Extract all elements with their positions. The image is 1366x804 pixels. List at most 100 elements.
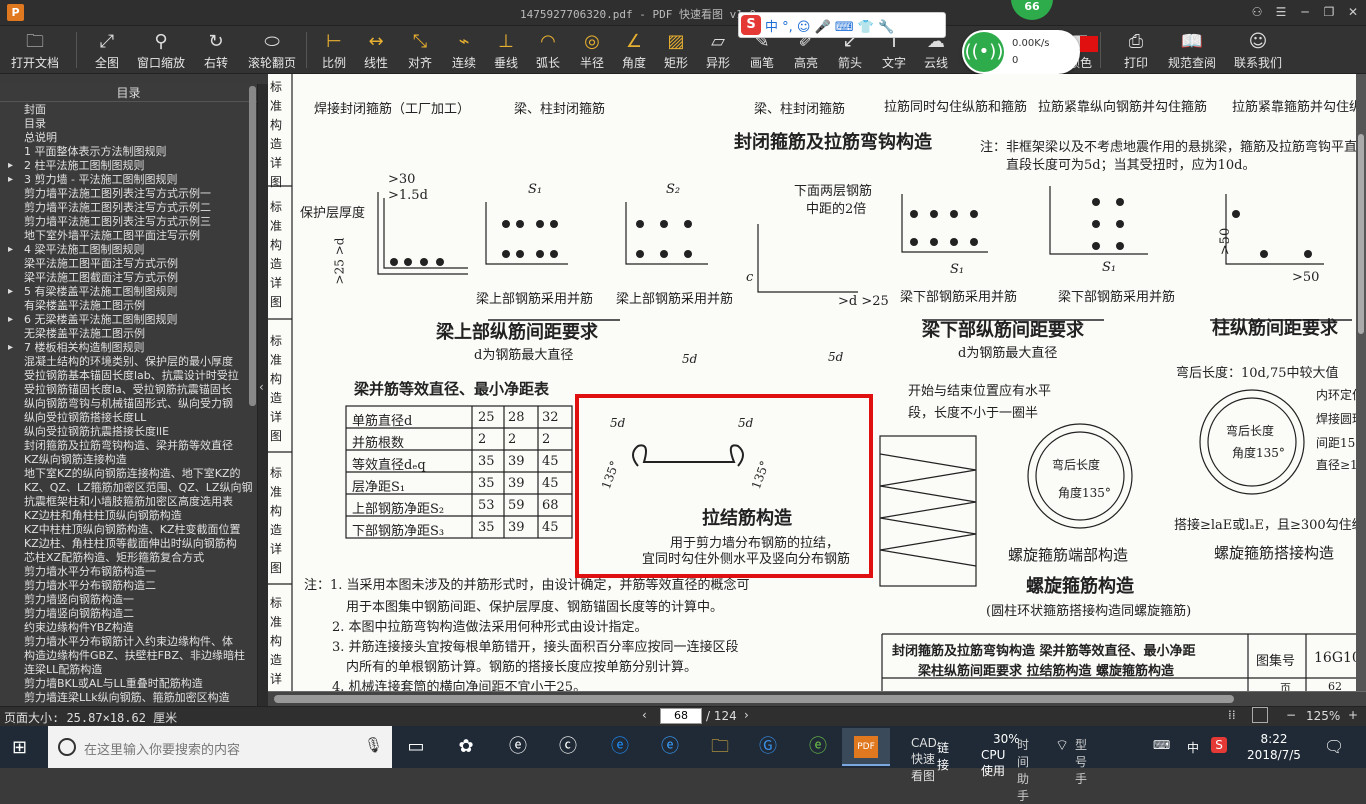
green-browser-icon[interactable]: ⓔ <box>804 733 832 761</box>
zoom-level[interactable]: 125% <box>1306 709 1340 723</box>
chevron-left-icon[interactable]: ‹ <box>259 380 264 394</box>
language-indicator[interactable]: 中 <box>1187 739 1199 756</box>
tool-scale[interactable]: ⊢ 比例 <box>314 30 354 72</box>
toc-item[interactable]: 总说明 <box>0 131 257 145</box>
toc-item[interactable]: 受拉钢筋锚固长度la、受拉钢筋抗震锚固长 <box>0 383 257 397</box>
sogou-tray-icon[interactable]: S <box>1211 737 1227 753</box>
browser-e-icon[interactable]: ⓔ <box>504 733 532 761</box>
minimize-icon[interactable]: ─ <box>1296 4 1314 20</box>
toc-item[interactable]: 梁平法施工图平面注写方式示例 <box>0 257 257 271</box>
tool-rectangle[interactable]: ▨ 矩形 <box>656 30 696 72</box>
app-g-icon[interactable]: Ⓖ <box>754 733 782 761</box>
toc-item[interactable]: 纵向钢筋弯钩与机械锚固形式、纵向受力钢 <box>0 397 257 411</box>
toc-item[interactable]: 封面 <box>0 103 257 117</box>
toc-item[interactable]: 梁平法施工图截面注写方式示例 <box>0 271 257 285</box>
tool-rotate-right[interactable]: ↻ 右转 <box>196 30 236 72</box>
toc-item[interactable]: 7 楼板相关构造制图规则 <box>0 341 257 355</box>
toc-item[interactable]: 封闭箍筋及拉筋弯钩构造、梁并筋等效直径 <box>0 439 257 453</box>
prev-page-icon[interactable]: ‹ <box>642 708 647 722</box>
wifi-icon[interactable]: ⌔ <box>1055 736 1069 755</box>
notification-center-icon[interactable]: 🗨 <box>1324 737 1344 756</box>
zoom-in-icon[interactable]: + <box>1348 708 1358 722</box>
vertical-scrollbar[interactable] <box>1356 74 1366 691</box>
toc-item[interactable]: KZ边柱和角柱柱顶纵向钢筋构造 <box>0 509 257 523</box>
toc-item[interactable]: 纵向受拉钢筋搭接长度LL <box>0 411 257 425</box>
user-icon[interactable]: ⚇ <box>1248 4 1266 20</box>
next-page-icon[interactable]: › <box>744 708 749 722</box>
tool-printer[interactable]: ⎙ 打印 <box>1116 30 1156 72</box>
sogou-icon[interactable]: S <box>741 15 761 35</box>
toc-item[interactable]: 构造边缘构件GBZ、扶壁柱FBZ、非边缘暗柱 <box>0 649 257 663</box>
toc-item[interactable]: 纵向受拉钢筋抗震搭接长度llE <box>0 425 257 439</box>
toc-item[interactable]: 连梁LL配筋构造 <box>0 663 257 677</box>
toc-item[interactable]: 剪力墙BKL或AL与LL重叠时配筋构造 <box>0 677 257 691</box>
toc-item[interactable]: 4 梁平法施工图制图规则 <box>0 243 257 257</box>
toc-item[interactable]: 抗震框架柱和小墙肢箍筋加密区高度选用表 <box>0 495 257 509</box>
close-icon[interactable]: ✕ <box>1344 4 1362 20</box>
toc-item[interactable]: 剪力墙竖向钢筋构造二 <box>0 607 257 621</box>
toc-item[interactable]: 芯柱XZ配筋构造、矩形箍筋复合方式 <box>0 551 257 565</box>
toc-item[interactable]: 剪力墙竖向钢筋构造一 <box>0 593 257 607</box>
tool-fullscreen[interactable]: ⤢ 全图 <box>86 30 128 72</box>
toc-item[interactable]: 地下室KZ的纵向钢筋连接构造、地下室KZ的 <box>0 467 257 481</box>
single-page-view-icon[interactable] <box>1252 707 1268 723</box>
horizontal-scrollbar[interactable] <box>268 692 1366 706</box>
toc-item[interactable]: 有梁楼盖平法施工图示例 <box>0 299 257 313</box>
toc-item[interactable]: 剪力墙连梁LLk纵向钢筋、箍筋加密区构造 <box>0 691 257 705</box>
toc-item[interactable]: KZ、QZ、LZ箍筋加密区范围、QZ、LZ纵向钢 <box>0 481 257 495</box>
tool-linear-dim[interactable]: ↔ 线性 <box>356 30 396 72</box>
tool-irregular-shape[interactable]: ▱ 异形 <box>698 30 738 72</box>
toc-item[interactable]: 5 有梁楼盖平法施工图制图规则 <box>0 285 257 299</box>
microphone-icon[interactable]: 🎙 <box>364 736 383 754</box>
toc-item[interactable]: 地下室外墙平法施工图平面注写示例 <box>0 229 257 243</box>
maximize-icon[interactable]: ❐ <box>1320 4 1338 20</box>
toc-item[interactable]: 1 平面整体表示方法制图规则 <box>0 145 257 159</box>
tool-radius[interactable]: ◎ 半径 <box>572 30 612 72</box>
tool-perpendicular[interactable]: ⊥ 垂线 <box>486 30 526 72</box>
notification-badge[interactable]: 66 <box>1011 0 1053 20</box>
page-number-input[interactable]: 68 <box>660 708 702 724</box>
network-speed-widget[interactable]: ((•)) 0.00K/s 0 <box>962 30 1080 74</box>
pinwheel-icon[interactable]: ✿ <box>452 733 480 761</box>
toc-item[interactable]: 剪力墙平法施工图列表注写方式示例一 <box>0 187 257 201</box>
ime-items[interactable]: 中 °, ☺ 🎤 ⌨ 👕 🔧 <box>765 16 894 35</box>
tool-mouse[interactable]: ⬭ 滚轮翻页 <box>244 30 300 72</box>
toc-item[interactable]: 剪力墙水平分布钢筋计入约束边缘构件、体 <box>0 635 257 649</box>
tool-book[interactable]: 📖 规范查阅 <box>1162 30 1222 72</box>
keyboard-icon[interactable]: ⌨ <box>1153 738 1170 752</box>
toc-item[interactable]: 混凝土结构的环境类别、保护层的最小厚度 <box>0 355 257 369</box>
color-swatch-icon[interactable] <box>1080 36 1098 52</box>
toc-item[interactable]: KZ纵向钢筋连接构造 <box>0 453 257 467</box>
spiral-app-icon[interactable]: ⓒ <box>554 733 582 761</box>
tray-text[interactable]: 型号手 <box>1075 736 1087 787</box>
toc-item[interactable]: 6 无梁楼盖平法施工图制图规则 <box>0 313 257 327</box>
tool-continuous-dim[interactable]: ⌁ 连续 <box>444 30 484 72</box>
tool-aligned-dim[interactable]: ⤡ 对齐 <box>400 30 440 72</box>
pdf-viewer-taskbar-item[interactable]: PDF <box>842 728 890 766</box>
vertical-scroll-thumb[interactable] <box>1358 134 1364 334</box>
toc-item[interactable]: KZ边柱、角柱柱顶等截面伸出时纵向钢筋构 <box>0 537 257 551</box>
two-page-view-icon[interactable]: ⁞⁞ <box>1228 708 1236 722</box>
zoom-out-icon[interactable]: − <box>1286 708 1296 722</box>
menu-icon[interactable]: ☰ <box>1272 4 1290 20</box>
ime-toolbar[interactable]: S 中 °, ☺ 🎤 ⌨ 👕 🔧 <box>738 12 946 38</box>
toc-item[interactable]: 约束边缘构件YBZ构造 <box>0 621 257 635</box>
toc-item[interactable]: 目录 <box>0 117 257 131</box>
tray-text[interactable]: CAD快速看图 <box>911 736 937 784</box>
toc-item[interactable]: 无梁楼盖平法施工图示例 <box>0 327 257 341</box>
tool-arc-length[interactable]: ◠ 弧长 <box>528 30 568 72</box>
toc-item[interactable]: 2 柱平法施工图制图规则 <box>0 159 257 173</box>
tool-magnifier[interactable]: ⚲ 窗口缩放 <box>134 30 188 72</box>
toc-item[interactable]: 剪力墙水平分布钢筋构造一 <box>0 565 257 579</box>
tool-angle[interactable]: ∠ 角度 <box>614 30 654 72</box>
toc-item[interactable]: 受拉钢筋基本锚固长度lab、抗震设计时受拉 <box>0 369 257 383</box>
toc-item[interactable]: 3 剪力墙 - 平法施工图制图规则 <box>0 173 257 187</box>
windows-start-icon[interactable]: ⊞ <box>12 738 32 758</box>
taskbar-search[interactable]: 在这里输入你要搜索的内容 🎙 <box>48 726 392 768</box>
sidebar-scrollbar[interactable] <box>249 86 256 406</box>
tool-folder[interactable]: 🗀 打开文档 <box>6 30 64 72</box>
task-view-icon[interactable]: ▭ <box>402 733 430 761</box>
sidebar-collapse-handle[interactable]: ‹ <box>258 84 268 706</box>
clock[interactable]: 8:22 2018/7/5 <box>1244 731 1304 763</box>
toc-item[interactable]: 剪力墙水平分布钢筋构造二 <box>0 579 257 593</box>
